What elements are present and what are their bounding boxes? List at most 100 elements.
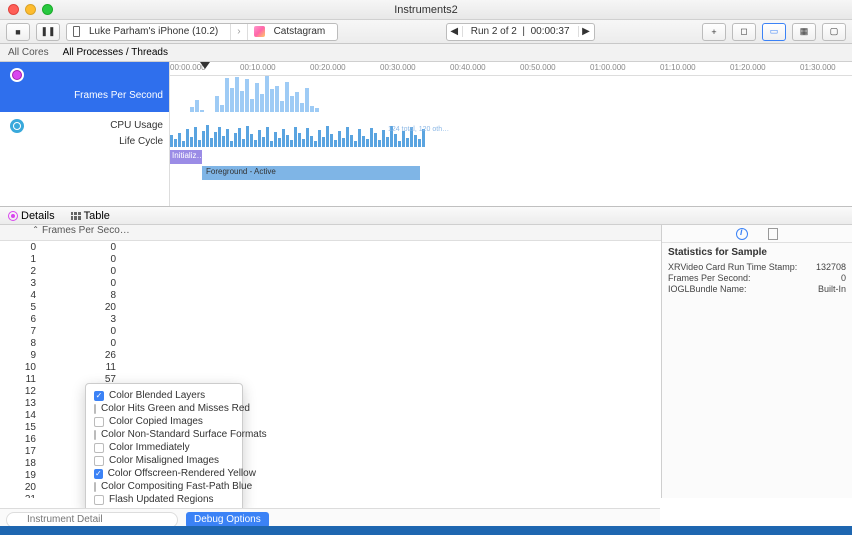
cpu-bar — [202, 131, 205, 147]
info-icon[interactable] — [736, 228, 748, 240]
tick: 00:40.000 — [450, 63, 486, 72]
details-icon — [8, 211, 18, 221]
option-label: Color Misaligned Images — [109, 455, 219, 466]
debug-option[interactable]: Color Misaligned Images — [86, 454, 242, 467]
cpu-icon — [10, 119, 24, 133]
record-button[interactable]: ■ — [6, 23, 30, 41]
cpu-extra-label: 124 total, 120 oth… — [388, 126, 449, 133]
inspector-toolbar — [662, 225, 852, 243]
cpu-label: CPU Usage — [110, 120, 163, 131]
cpu-bar — [350, 135, 353, 147]
cpu-bar — [242, 139, 245, 147]
cpu-bar — [174, 139, 177, 147]
table-row[interactable]: 00 — [0, 241, 661, 253]
debug-option[interactable]: Color Immediately — [86, 441, 242, 454]
table-row[interactable]: 520 — [0, 301, 661, 313]
playhead-icon[interactable] — [205, 62, 210, 69]
debug-option[interactable]: ✓Color Offscreen-Rendered Yellow — [86, 467, 242, 480]
cpu-bar — [286, 135, 289, 147]
timeline: Frames Per Second CPU Usage Life Cycle 0… — [0, 62, 852, 207]
cpu-bar — [402, 131, 405, 147]
fps-bar — [290, 96, 294, 112]
window-controls — [8, 4, 53, 15]
run-label: Run 2 of 2 — [471, 26, 517, 37]
table-row[interactable]: 63 — [0, 313, 661, 325]
fps-bar — [235, 77, 239, 112]
cpu-bar — [178, 133, 181, 147]
cpu-bar — [226, 129, 229, 147]
view-mode-1-button[interactable]: ▭ — [762, 23, 786, 41]
table-row[interactable]: 10 — [0, 253, 661, 265]
time-ruler[interactable]: 00:00.00000:10.00000:20.00000:30.00000:4… — [170, 62, 852, 76]
fps-track[interactable]: Frames Per Second — [0, 62, 169, 112]
view-mode-2-button[interactable]: ▦ — [792, 23, 816, 41]
pause-button[interactable]: ❚❚ — [36, 23, 60, 41]
timeline-body[interactable]: 00:00.00000:10.00000:20.00000:30.00000:4… — [170, 62, 852, 206]
option-label: Color Blended Layers — [109, 390, 205, 401]
fps-bar — [245, 79, 249, 112]
debug-option[interactable]: Flash Updated Regions — [86, 493, 242, 506]
close-icon[interactable] — [8, 4, 19, 15]
debug-option[interactable]: ✓Color Blended Layers — [86, 389, 242, 402]
fps-bar — [295, 92, 299, 112]
lifecycle-foreground: Foreground - Active — [202, 166, 420, 180]
add-button[interactable]: + — [702, 23, 726, 41]
table-row[interactable]: 20 — [0, 265, 661, 277]
fps-bar — [270, 89, 274, 112]
cpu-bar — [246, 126, 249, 147]
next-run-button[interactable]: ▶ — [578, 26, 594, 37]
cpu-bar — [362, 136, 365, 147]
fps-bar — [240, 91, 244, 112]
table-row[interactable]: 80 — [0, 337, 661, 349]
debug-option[interactable]: Color Non-Standard Surface Formats — [86, 428, 242, 441]
cpu-bar — [262, 137, 265, 147]
inspector-body: Statistics for Sample XRVideo Card Run T… — [662, 243, 852, 299]
debug-option[interactable]: Color Compositing Fast-Path Blue — [86, 480, 242, 493]
tick: 00:10.000 — [240, 63, 276, 72]
cpu-bar — [406, 138, 409, 147]
titlebar: Instruments2 — [0, 0, 852, 20]
doc-icon[interactable] — [768, 228, 778, 240]
cpu-bar — [346, 127, 349, 147]
cpu-bar — [386, 137, 389, 147]
prev-run-button[interactable]: ◀ — [447, 26, 463, 37]
view-mode-3-button[interactable]: ▢ — [822, 23, 846, 41]
fps-bar — [300, 103, 304, 112]
table-row[interactable]: 926 — [0, 349, 661, 361]
tab-table[interactable]: Table — [67, 210, 114, 222]
stat-val-3: Built-In — [818, 284, 846, 294]
fps-bar — [260, 94, 264, 112]
inspector-title: Statistics for Sample — [668, 247, 846, 258]
target-selector[interactable]: Luke Parham's iPhone (10.2) › Catstagram — [66, 23, 338, 41]
table-row[interactable]: 70 — [0, 325, 661, 337]
debug-option[interactable]: Color Copied Images — [86, 415, 242, 428]
table-header[interactable]: Frames Per Seco… — [0, 225, 661, 241]
zoom-icon[interactable] — [42, 4, 53, 15]
col-index[interactable] — [0, 225, 42, 240]
cpu-bar — [186, 129, 189, 147]
window-title: Instruments2 — [394, 4, 458, 16]
cpu-bar — [310, 136, 313, 147]
debug-option[interactable]: Color Hits Green and Misses Red — [86, 402, 242, 415]
cpu-bar — [382, 130, 385, 147]
minimize-icon[interactable] — [25, 4, 36, 15]
checkbox-icon — [94, 404, 96, 414]
table-row[interactable]: 48 — [0, 289, 661, 301]
filter-processes[interactable]: All Processes / Threads — [63, 47, 168, 58]
col-fps[interactable]: Frames Per Seco… — [42, 225, 130, 240]
tab-table-label: Table — [84, 210, 110, 222]
fps-bar — [275, 86, 279, 112]
cpu-bar — [234, 133, 237, 147]
fps-bar — [255, 83, 259, 112]
table-row[interactable]: 1011 — [0, 361, 661, 373]
checkbox-icon — [94, 456, 104, 466]
table-row[interactable]: 30 — [0, 277, 661, 289]
tick: 01:30.000 — [800, 63, 836, 72]
filter-cores[interactable]: All Cores — [8, 47, 49, 58]
cpu-track[interactable]: CPU Usage Life Cycle — [0, 112, 169, 152]
cpu-bar — [278, 138, 281, 147]
strategy-button[interactable]: ◻ — [732, 23, 756, 41]
cpu-chart — [170, 125, 852, 147]
option-label: Flash Updated Regions — [109, 494, 214, 505]
tab-details[interactable]: Details — [4, 210, 59, 222]
